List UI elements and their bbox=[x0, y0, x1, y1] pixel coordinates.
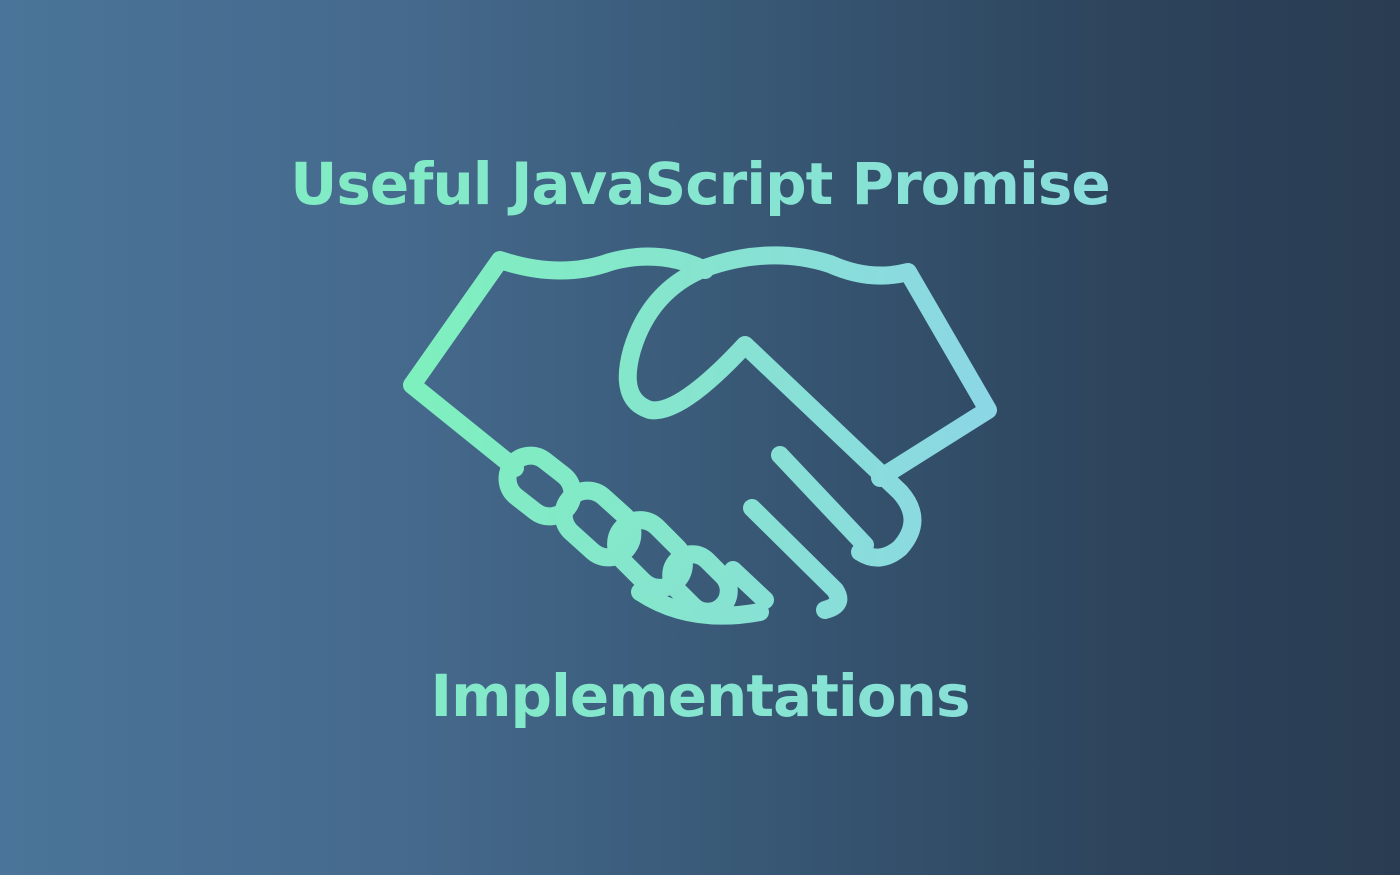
right-hand-finger-3 bbox=[724, 561, 774, 609]
handshake-icon bbox=[403, 246, 997, 625]
title-line-2: Implementations bbox=[0, 662, 1400, 730]
right-hand-finger-1 bbox=[771, 446, 874, 554]
